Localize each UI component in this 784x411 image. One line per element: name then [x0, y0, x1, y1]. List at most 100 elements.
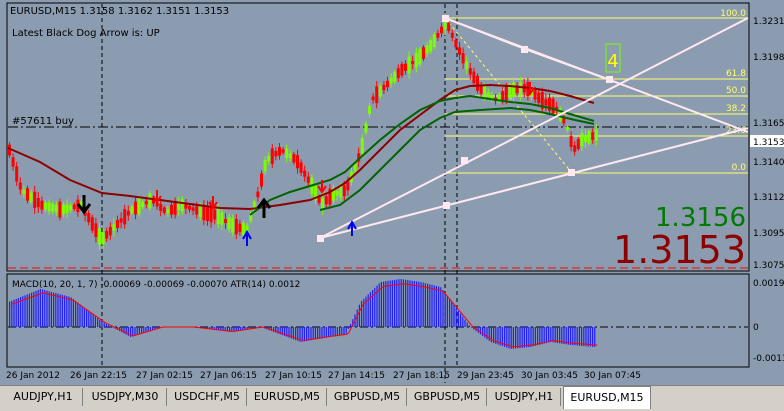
macd-bar [313, 327, 314, 340]
fib-level-0: 0.0 [732, 163, 747, 173]
time-tick: 27 Jan 18:15 [393, 371, 450, 381]
macd-bar [143, 327, 144, 333]
candle-body [519, 82, 522, 95]
candle-body [112, 224, 115, 231]
candle-body [274, 151, 277, 156]
wave-label: 4 [607, 51, 618, 72]
tab-usdjpy-m30[interactable]: USDJPY,M30 [84, 388, 167, 406]
time-tick: 27 Jan 10:15 [265, 371, 322, 381]
candle-body [505, 86, 508, 100]
time-axis[interactable]: 26 Jan 2012 26 Jan 22:15 27 Jan 02:15 27… [6, 371, 641, 381]
candle-body [537, 93, 540, 103]
candle-body [199, 206, 202, 216]
tab-eurusd-m15[interactable]: EURUSD,M15 [563, 386, 651, 409]
candle-body [40, 201, 43, 210]
tab-gbpusd-m5[interactable]: GBPUSD,M5 [328, 388, 407, 406]
candle-body [562, 118, 565, 124]
candle-body [26, 188, 29, 200]
tab-eurusd-m5[interactable]: EURUSD,M5 [248, 388, 327, 406]
macd-label: MACD(10, 20, 1, 7) -0.00069 -0.00069 -0.… [12, 280, 300, 290]
macd-bar [445, 293, 446, 327]
macd-bar [416, 281, 417, 327]
candle-body [116, 220, 119, 228]
tab-gbpusd-m5-2[interactable]: GBPUSD,M5 [408, 388, 487, 406]
candle-body [188, 206, 191, 210]
candle-body [163, 208, 166, 213]
candle-body [228, 217, 231, 229]
macd-bar [449, 299, 450, 327]
macd-bar [548, 327, 549, 343]
macd-bar [84, 308, 85, 327]
macd-bar [436, 286, 437, 327]
macd-bar [438, 287, 439, 328]
macd-bar [469, 325, 470, 327]
candle-body [55, 205, 58, 213]
candle-body [289, 154, 292, 158]
tab-usdchf-m5[interactable]: USDCHF,M5 [168, 388, 247, 406]
tab-usdjpy-h1[interactable]: USDJPY,H1 [488, 388, 561, 406]
macd-bar [471, 327, 472, 328]
macd-bar [407, 280, 408, 327]
candle-body [336, 191, 339, 196]
macd-bar [156, 327, 157, 328]
macd-bar [482, 327, 483, 336]
candle-body [217, 208, 220, 224]
candle-body [433, 34, 436, 47]
candle-body [15, 166, 18, 181]
candle-body [58, 202, 61, 218]
macd-bar [123, 327, 124, 333]
macd-bar [396, 280, 397, 327]
macd-bar [541, 327, 542, 344]
macd-bar [359, 305, 360, 327]
macd-bar [401, 279, 402, 327]
macd-bar [440, 287, 441, 327]
candle-body [181, 199, 184, 211]
candle-body [390, 77, 393, 83]
macd-bar [544, 327, 545, 344]
order-label: #57611 buy [12, 116, 74, 127]
macd-bar [49, 291, 50, 327]
macd-bar [383, 282, 384, 327]
macd-bar [53, 292, 54, 327]
macd-bar [90, 313, 91, 327]
candle-body [130, 206, 133, 213]
macd-bar [535, 327, 536, 346]
candle-body [393, 72, 396, 82]
candle-body [134, 202, 137, 215]
candle-body [246, 226, 249, 231]
macd-bar [101, 322, 102, 327]
candle-body [192, 207, 195, 210]
macd-bar [418, 282, 419, 327]
candle-body [566, 127, 569, 130]
macd-bar [11, 301, 12, 327]
candle-body [264, 160, 267, 171]
candle-body [152, 200, 155, 204]
macd-tick: 0.0019 [753, 279, 784, 289]
tab-audjpy-h1[interactable]: AUDJPY,H1 [4, 388, 83, 406]
macd-bar [546, 327, 547, 343]
time-tick: 27 Jan 06:15 [200, 371, 257, 381]
candle-body [231, 218, 234, 232]
candle-body [454, 40, 457, 48]
macd-tick: 0 [753, 323, 759, 333]
fib-level-50: 50.0 [726, 86, 746, 96]
price-chart[interactable]: 100.0 61.8 50.0 38.2 23.6 0.0 [0, 0, 784, 385]
candle-body [87, 213, 90, 222]
time-tick: 30 Jan 03:45 [521, 371, 578, 381]
candle-body [339, 186, 342, 198]
candle-body [159, 204, 162, 211]
macd-bar [550, 327, 551, 342]
macd-bar [321, 327, 322, 338]
fib-level-100: 100.0 [720, 9, 746, 19]
candle-body [483, 86, 486, 99]
black-dog-indicator-text: Latest Black Dog Arrow is: UP [12, 28, 160, 39]
macd-bar [447, 296, 448, 327]
macd-bar [315, 327, 316, 340]
candle-body [321, 198, 324, 209]
macd-bar [390, 281, 391, 327]
macd-bar [330, 327, 331, 337]
macd-bar [77, 303, 78, 327]
macd-bar [585, 327, 586, 346]
macd-bar [361, 301, 362, 327]
candle-body [386, 81, 389, 87]
